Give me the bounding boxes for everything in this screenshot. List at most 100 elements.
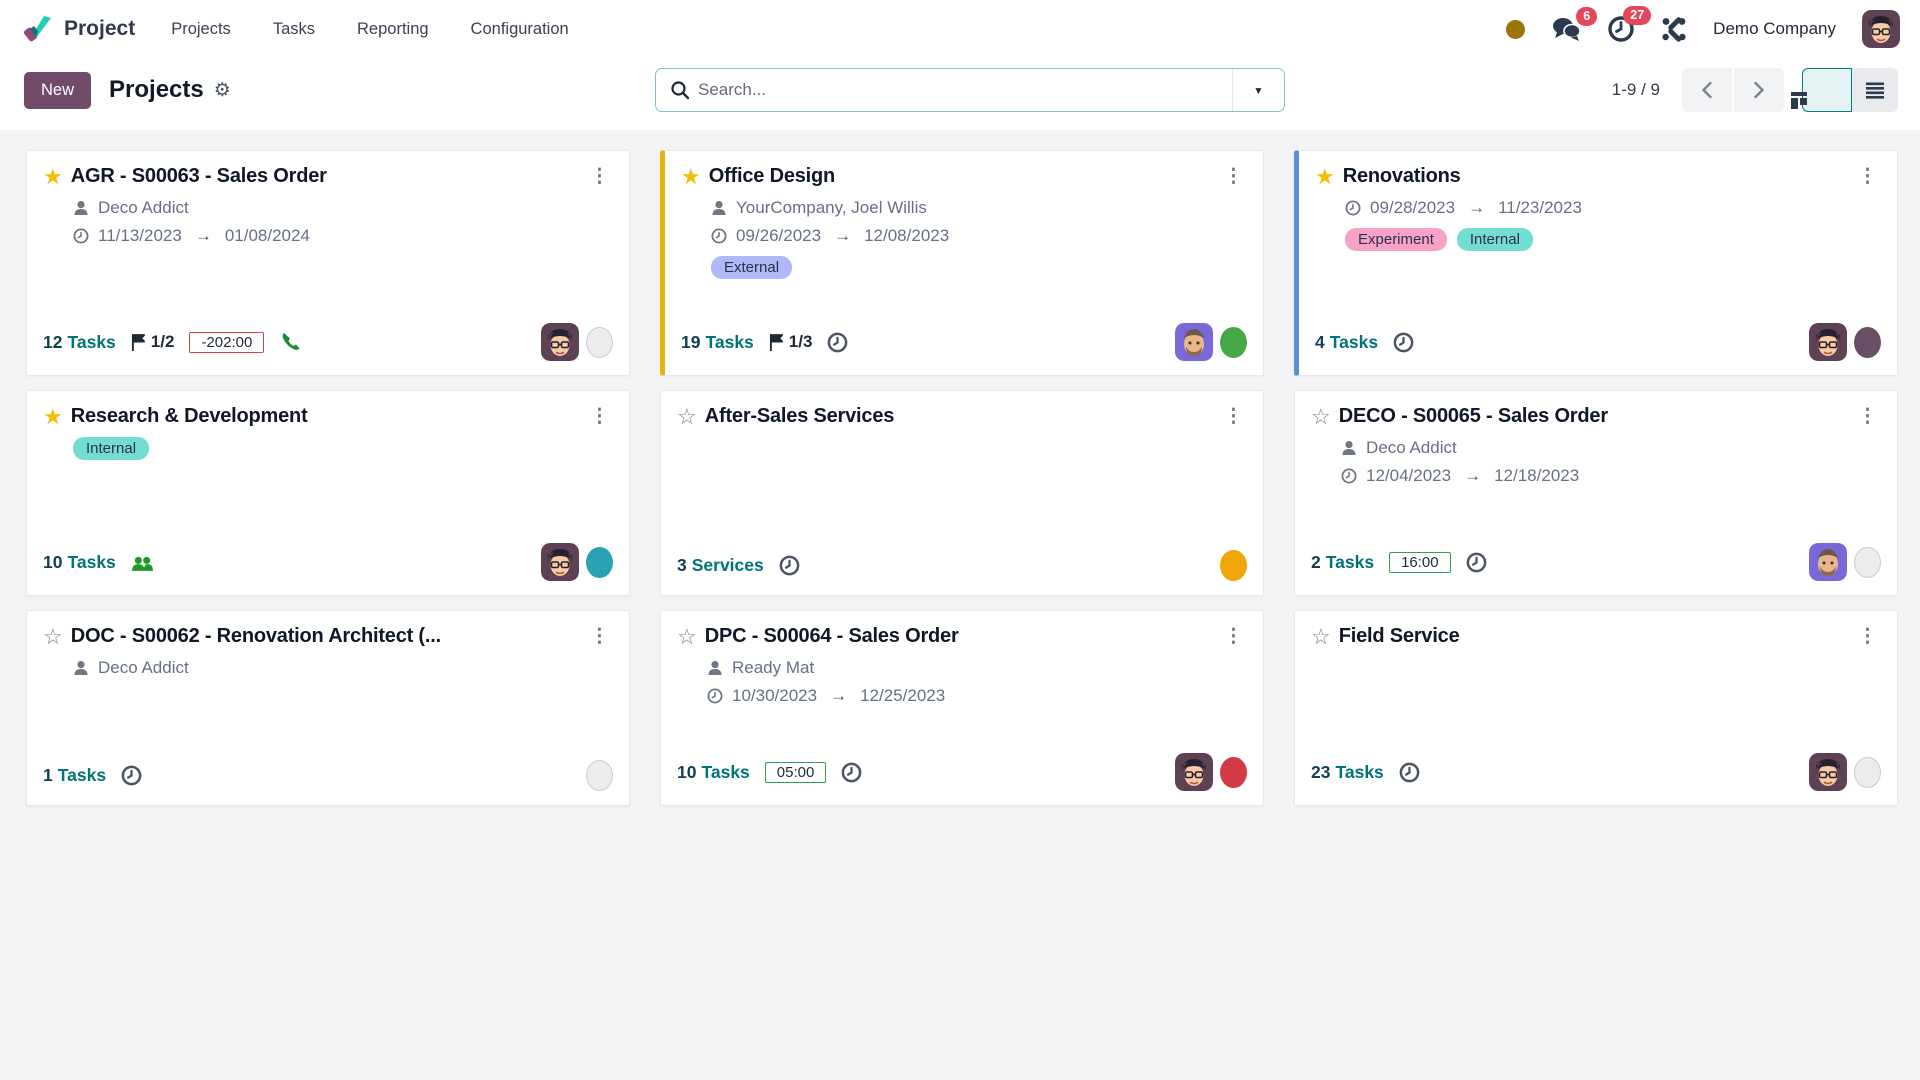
- kanban-status-circle[interactable]: [1854, 757, 1881, 788]
- project-card-research-development[interactable]: ★ Research & Development ⋮ Internal 10 T…: [26, 390, 630, 596]
- app-name[interactable]: Project: [64, 17, 135, 41]
- card-menu-button[interactable]: ⋮: [1854, 405, 1881, 428]
- user-avatar[interactable]: [1862, 10, 1900, 48]
- favorite-star-icon[interactable]: ★: [1315, 165, 1335, 189]
- kanban-status-circle[interactable]: [1220, 550, 1247, 581]
- tag-internal[interactable]: Internal: [73, 437, 149, 460]
- activities-button[interactable]: 27: [1607, 15, 1635, 43]
- kanban-status-circle[interactable]: [1854, 327, 1881, 358]
- milestone-progress: 1/2: [131, 332, 175, 352]
- favorite-star-icon[interactable]: ☆: [1311, 405, 1331, 429]
- timesheet-clock-icon[interactable]: [841, 762, 862, 783]
- card-menu-button[interactable]: ⋮: [1854, 625, 1881, 648]
- timesheet-clock-icon[interactable]: [779, 555, 800, 576]
- app-switcher[interactable]: Project: [24, 14, 135, 44]
- person-icon: [1341, 440, 1357, 456]
- chevron-down-icon: ▼: [1253, 84, 1263, 96]
- project-card-after-sales-services[interactable]: ☆ After-Sales Services ⋮ 3 Services: [660, 390, 1264, 596]
- card-menu-button[interactable]: ⋮: [1220, 165, 1247, 188]
- timesheet-clock-icon[interactable]: [1393, 332, 1414, 353]
- menu-projects[interactable]: Projects: [169, 14, 233, 45]
- person-icon: [73, 660, 89, 676]
- kanban-status-circle[interactable]: [1220, 757, 1247, 788]
- partner-row: Ready Mat: [707, 658, 1247, 678]
- tasks-count-link[interactable]: 3 Services: [677, 555, 764, 576]
- view-settings-gear-icon[interactable]: ⚙: [214, 79, 231, 102]
- card-menu-button[interactable]: ⋮: [1220, 405, 1247, 428]
- menu-tasks[interactable]: Tasks: [271, 14, 317, 45]
- card-menu-button[interactable]: ⋮: [1854, 165, 1881, 188]
- project-card-dpc-s00064[interactable]: ☆ DPC - S00064 - Sales Order ⋮ Ready Mat…: [660, 610, 1264, 806]
- assignee-avatar[interactable]: [541, 323, 579, 361]
- list-view-button[interactable]: [1852, 68, 1898, 112]
- kanban-status-circle[interactable]: [586, 547, 613, 578]
- dates-row: 09/26/2023 → 12/08/2023: [711, 226, 1247, 246]
- project-card-deco-s00065[interactable]: ☆ DECO - S00065 - Sales Order ⋮ Deco Add…: [1294, 390, 1898, 596]
- menu-reporting[interactable]: Reporting: [355, 14, 431, 45]
- card-menu-button[interactable]: ⋮: [586, 165, 613, 188]
- date-end: 12/08/2023: [864, 226, 949, 246]
- arrow-right-icon: →: [1468, 198, 1485, 218]
- favorite-star-icon[interactable]: ☆: [677, 405, 697, 429]
- tasks-count-link[interactable]: 23 Tasks: [1311, 762, 1384, 783]
- menu-configuration[interactable]: Configuration: [469, 14, 571, 45]
- favorite-star-icon[interactable]: ★: [681, 165, 701, 189]
- kanban-status-circle[interactable]: [1854, 547, 1881, 578]
- partner-name: Deco Addict: [98, 198, 189, 218]
- pager-previous-button[interactable]: [1682, 68, 1732, 112]
- person-icon: [711, 200, 727, 216]
- kanban-view-icon: [1788, 89, 1810, 111]
- assignee-avatar[interactable]: [1175, 753, 1213, 791]
- tasks-count-link[interactable]: 2 Tasks: [1311, 552, 1374, 573]
- assignee-avatar[interactable]: [1809, 753, 1847, 791]
- clock-icon: [1341, 468, 1357, 484]
- tasks-count-link[interactable]: 12 Tasks: [43, 332, 116, 353]
- card-menu-button[interactable]: ⋮: [586, 625, 613, 648]
- assignee-avatar[interactable]: [1175, 323, 1213, 361]
- kanban-status-circle[interactable]: [1220, 327, 1247, 358]
- phone-icon[interactable]: [279, 331, 302, 353]
- tag-external[interactable]: External: [711, 256, 792, 279]
- project-card-agr-s00063[interactable]: ★ AGR - S00063 - Sales Order ⋮ Deco Addi…: [26, 150, 630, 376]
- tag-internal[interactable]: Internal: [1457, 228, 1533, 251]
- messages-button[interactable]: 6: [1551, 16, 1581, 42]
- assignee-avatar[interactable]: [1809, 323, 1847, 361]
- favorite-star-icon[interactable]: ★: [43, 165, 63, 189]
- project-card-office-design[interactable]: ★ Office Design ⋮ YourCompany, Joel Will…: [660, 150, 1264, 376]
- employees-icon[interactable]: [131, 554, 154, 571]
- tasks-count-link[interactable]: 19 Tasks: [681, 332, 754, 353]
- kanban-view-button[interactable]: [1802, 68, 1852, 112]
- card-menu-button[interactable]: ⋮: [1220, 625, 1247, 648]
- search-bar[interactable]: ▼: [655, 68, 1285, 112]
- project-card-doc-s00062[interactable]: ☆ DOC - S00062 - Renovation Architect (.…: [26, 610, 630, 806]
- allocated-hours-badge: 16:00: [1389, 552, 1451, 573]
- search-input[interactable]: [698, 69, 1232, 111]
- tasks-count-link[interactable]: 4 Tasks: [1315, 332, 1378, 353]
- timesheet-clock-icon[interactable]: [1399, 762, 1420, 783]
- search-dropdown-toggle[interactable]: ▼: [1232, 69, 1284, 111]
- debug-tools-icon[interactable]: [1661, 16, 1687, 42]
- favorite-star-icon[interactable]: ☆: [1311, 625, 1331, 649]
- kanban-status-circle[interactable]: [586, 760, 613, 791]
- favorite-star-icon[interactable]: ★: [43, 405, 63, 429]
- tasks-count-link[interactable]: 1 Tasks: [43, 765, 106, 786]
- tasks-count-link[interactable]: 10 Tasks: [43, 552, 116, 573]
- pager-next-button[interactable]: [1734, 68, 1784, 112]
- assignee-avatar[interactable]: [541, 543, 579, 581]
- tag-experiment[interactable]: Experiment: [1345, 228, 1447, 251]
- clock-icon: [711, 228, 727, 244]
- timesheet-clock-icon[interactable]: [827, 332, 848, 353]
- new-button[interactable]: New: [24, 72, 91, 109]
- presence-dot-icon[interactable]: [1506, 20, 1525, 39]
- project-card-field-service[interactable]: ☆ Field Service ⋮ 23 Tasks: [1294, 610, 1898, 806]
- project-card-renovations[interactable]: ★ Renovations ⋮ 09/28/2023 → 11/23/2023 …: [1294, 150, 1898, 376]
- tasks-count-link[interactable]: 10 Tasks: [677, 762, 750, 783]
- timesheet-clock-icon[interactable]: [1466, 552, 1487, 573]
- assignee-avatar[interactable]: [1809, 543, 1847, 581]
- card-menu-button[interactable]: ⋮: [586, 405, 613, 428]
- favorite-star-icon[interactable]: ☆: [43, 625, 63, 649]
- kanban-status-circle[interactable]: [586, 327, 613, 358]
- favorite-star-icon[interactable]: ☆: [677, 625, 697, 649]
- timesheet-clock-icon[interactable]: [121, 765, 142, 786]
- company-selector[interactable]: Demo Company: [1713, 19, 1836, 39]
